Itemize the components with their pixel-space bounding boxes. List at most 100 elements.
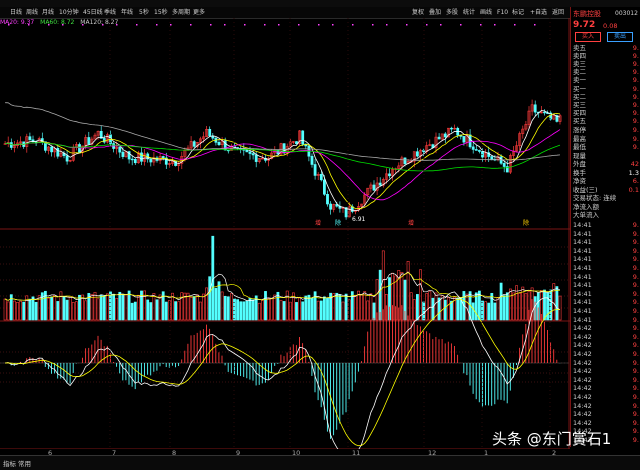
event-dot: [190, 24, 192, 26]
event-dot: [102, 24, 104, 26]
event-dot: [406, 24, 408, 26]
candle-body: [378, 182, 382, 186]
candle-body: [533, 104, 537, 113]
candle-body: [208, 128, 212, 137]
add-watchlist-button[interactable]: +自选: [530, 7, 547, 18]
volume-bar: [50, 296, 54, 321]
candle-body: [133, 159, 137, 164]
flow-1-label: 大单流入: [573, 211, 599, 219]
event-dot: [318, 24, 320, 26]
volume-bar: [332, 293, 336, 321]
stat-4-label: 外盘: [573, 160, 586, 168]
tab-monthly[interactable]: 月线: [42, 7, 54, 18]
buy-button[interactable]: 买入: [575, 32, 601, 42]
tick-row-19-value: 9.: [632, 384, 639, 393]
tab-daily[interactable]: 日线: [10, 7, 22, 18]
volume-bar: [96, 298, 100, 321]
volume-bar: [301, 301, 305, 321]
tick-row-14-value: 9.: [632, 341, 639, 350]
volume-bar: [260, 300, 264, 321]
volume-bar: [192, 296, 196, 321]
mark-button[interactable]: 标记: [512, 7, 524, 18]
tab-weekly[interactable]: 周线: [26, 7, 38, 18]
volume-bar: [189, 297, 193, 321]
volume-bar: [270, 297, 274, 321]
tab-multi-period[interactable]: 多周期: [172, 7, 190, 18]
stock-name: 东鹏控股: [573, 10, 601, 18]
candle-body: [65, 155, 69, 162]
volume-bar: [13, 300, 16, 321]
candle-body: [319, 173, 323, 181]
event-dot: [480, 24, 482, 26]
sell-level-1-label: 卖一: [573, 76, 586, 84]
volume-bar: [267, 298, 271, 321]
event-dot: [264, 24, 266, 26]
tab-10min[interactable]: 10分钟: [59, 7, 79, 18]
tab-45day[interactable]: 45日线: [83, 7, 103, 18]
tab-5sec[interactable]: 5秒: [139, 7, 149, 18]
tick-row-22-label: 14:42: [573, 410, 592, 419]
quote-panel: 东鹏控股 003012 9.72 0.08 买入 卖出 卖五 9. 卖四 9. 卖三 9.…: [570, 7, 640, 447]
statistics-button[interactable]: 统计: [463, 7, 475, 18]
draw-line-button[interactable]: 画线: [480, 7, 492, 18]
stat-0-value: 9.: [632, 126, 639, 134]
candle-body: [295, 141, 298, 145]
volume-bar: [62, 296, 66, 321]
tab-common[interactable]: 常用: [18, 458, 31, 468]
sell-level-5-value: 9.: [632, 44, 639, 52]
volume-bar: [47, 297, 50, 321]
tick-row-15-value: 9.: [632, 350, 639, 358]
volume-bar: [419, 269, 422, 321]
tab-more[interactable]: 更多: [193, 7, 205, 18]
volume-bar: [208, 276, 212, 321]
volume-bar: [366, 300, 370, 321]
restore-rights-button[interactable]: 复权: [412, 7, 424, 18]
bottom-tab-bar: 指标 常用: [0, 455, 640, 470]
tab-indicators[interactable]: 指标: [3, 458, 16, 468]
tick-row-4-value: 9.: [632, 255, 639, 264]
sell-level-2-label: 卖二: [573, 68, 586, 76]
tick-row-15-label: 14:42: [573, 350, 592, 358]
event-dot: [514, 24, 516, 26]
volume-bar: [295, 302, 298, 321]
tab-15sec[interactable]: 15秒: [154, 7, 168, 18]
volume-bar: [28, 298, 32, 321]
multi-stock-button[interactable]: 多股: [446, 7, 458, 18]
candle-body: [443, 133, 447, 138]
overlay-button[interactable]: 叠加: [429, 7, 441, 18]
buy-level-2-label: 买二: [573, 93, 586, 101]
volume-bar: [6, 301, 10, 321]
event-dot: [298, 24, 300, 26]
volume-bar: [217, 281, 221, 321]
volume-bar: [3, 298, 7, 321]
stat-7-value: 0.1: [628, 185, 639, 194]
candle-body: [477, 150, 481, 152]
volume-bar: [273, 294, 277, 321]
tab-year[interactable]: 年线: [121, 7, 133, 18]
tab-quarter[interactable]: 季线: [104, 7, 116, 18]
tick-row-2-label: 14:41: [573, 238, 592, 247]
volume-bar: [508, 288, 512, 321]
sell-button[interactable]: 卖出: [607, 32, 633, 42]
candle-body: [87, 137, 91, 145]
volume-bar: [199, 301, 202, 321]
volume-bar: [313, 291, 317, 321]
stat-4-value: 42: [630, 160, 639, 168]
volume-bar: [319, 300, 323, 321]
f10-button[interactable]: F10: [497, 7, 508, 18]
volume-bar: [102, 295, 106, 321]
volume-bar: [285, 290, 289, 321]
volume-bar: [202, 293, 205, 321]
back-button[interactable]: 返回: [552, 7, 564, 18]
volume-bar: [31, 296, 35, 321]
candle-body: [254, 154, 258, 162]
volume-bar: [310, 297, 314, 321]
tick-row-1-label: 14:41: [573, 229, 592, 238]
volume-bar: [195, 294, 199, 321]
kline-chart[interactable]: 6.91 增 除 增 除: [0, 18, 570, 449]
candle-body: [462, 136, 466, 143]
sell-level-5-label: 卖五: [573, 44, 586, 52]
buy-level-4-label: 买四: [573, 109, 586, 117]
candle-body: [28, 136, 32, 141]
buy-level-5-value: 9.: [632, 117, 639, 125]
